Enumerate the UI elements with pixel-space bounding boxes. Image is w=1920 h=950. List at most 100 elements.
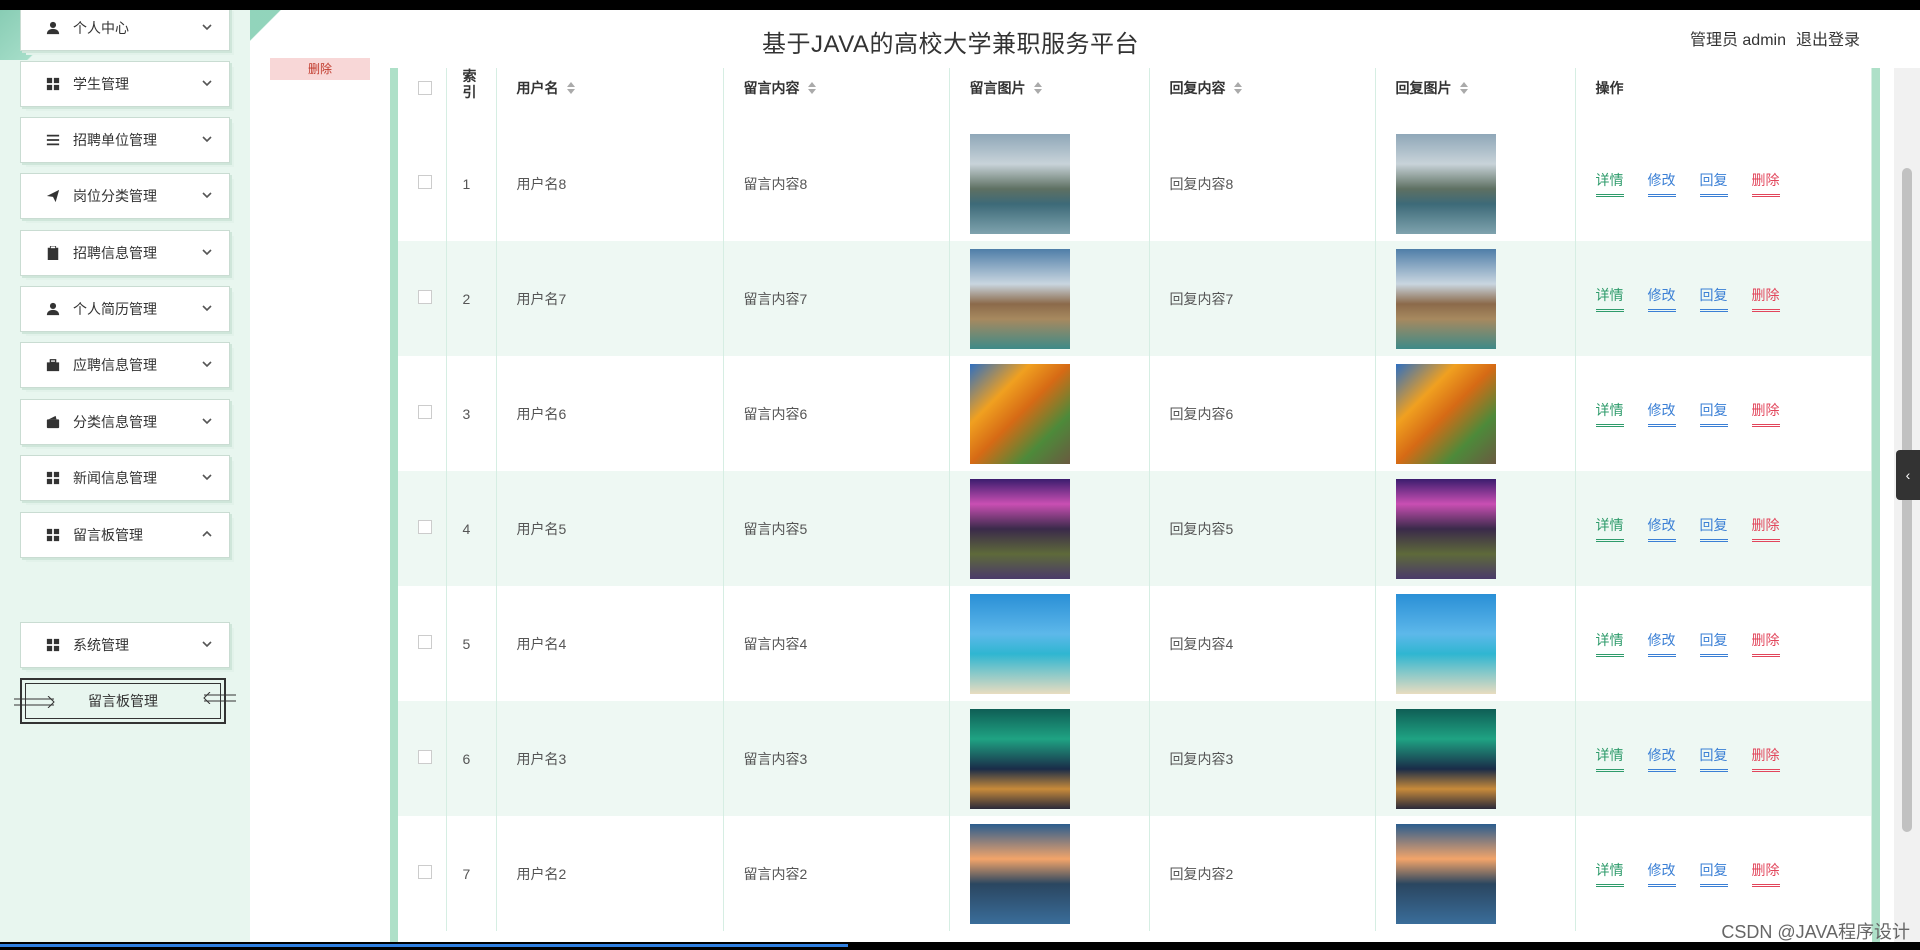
sidebar-item-2[interactable]: 招聘单位管理 (20, 117, 230, 163)
reply-cell: 回复内容2 (1149, 816, 1376, 931)
sidebar-item-0[interactable]: 个人中心 (20, 10, 230, 51)
thumbnail-image[interactable] (969, 248, 1070, 349)
clipboard-icon (45, 245, 61, 261)
watermark: CSDN @JAVA程序设计 (1721, 922, 1910, 942)
thumbnail-image[interactable] (1395, 708, 1496, 809)
grid-icon (45, 470, 61, 486)
sort-icon[interactable] (566, 82, 575, 94)
row-checkbox[interactable] (418, 290, 432, 304)
thumbnail-image[interactable] (969, 363, 1070, 464)
select-all-checkbox[interactable] (418, 81, 432, 95)
thumbnail-image[interactable] (1395, 593, 1496, 694)
reply-button[interactable]: 回复 (1699, 285, 1728, 312)
table-row[interactable]: 6 用户名3 留言内容3 回复内容3 详情 修改 回复 删除 (398, 701, 1872, 816)
table-row[interactable]: 4 用户名5 留言内容5 回复内容5 详情 修改 回复 删除 (398, 471, 1872, 586)
delete-button[interactable]: 删除 (1751, 400, 1780, 427)
detail-button[interactable]: 详情 (1595, 170, 1624, 197)
reply-button[interactable]: 回复 (1699, 170, 1728, 197)
scrollbar-thumb[interactable] (1902, 168, 1912, 832)
chevron-down-icon (201, 470, 215, 484)
edit-button[interactable]: 修改 (1647, 400, 1676, 427)
sidebar-item-7[interactable]: 分类信息管理 (20, 399, 230, 445)
sort-icon[interactable] (1233, 82, 1242, 94)
grid-icon (45, 76, 61, 92)
thumbnail-image[interactable] (969, 593, 1070, 694)
column-header-6: 操作 (1575, 68, 1872, 126)
batch-delete-button[interactable]: 删除 (270, 58, 370, 80)
delete-button[interactable]: 删除 (1751, 860, 1780, 887)
sidebar-item-label: 招聘单位管理 (73, 132, 157, 148)
detail-button[interactable]: 详情 (1595, 860, 1624, 887)
edit-button[interactable]: 修改 (1647, 745, 1676, 772)
row-checkbox[interactable] (418, 405, 432, 419)
row-checkbox[interactable] (418, 175, 432, 189)
thumbnail-image[interactable] (1395, 478, 1496, 579)
sidebar-subitem-message-board[interactable]: 留言板管理 (14, 678, 236, 724)
sidebar-item-10[interactable]: 系统管理 (20, 622, 230, 668)
row-index: 1 (446, 126, 497, 241)
table-row[interactable]: 1 用户名8 留言内容8 回复内容8 详情 修改 回复 删除 (398, 126, 1872, 241)
chevron-down-icon (201, 76, 215, 90)
edit-button[interactable]: 修改 (1647, 170, 1676, 197)
table-row[interactable]: 2 用户名7 留言内容7 回复内容7 详情 修改 回复 删除 (398, 241, 1872, 356)
message-image-cell (949, 816, 1150, 931)
thumbnail-image[interactable] (969, 478, 1070, 579)
message-image-cell (949, 241, 1150, 356)
reply-button[interactable]: 回复 (1699, 630, 1728, 657)
sort-icon[interactable] (807, 82, 816, 94)
sort-icon[interactable] (1459, 82, 1468, 94)
thumbnail-image[interactable] (1395, 133, 1496, 234)
username-cell: 用户名6 (496, 356, 724, 471)
reply-button[interactable]: 回复 (1699, 400, 1728, 427)
logout-link[interactable]: 退出登录 (1796, 26, 1860, 50)
delete-button[interactable]: 删除 (1751, 285, 1780, 312)
delete-button[interactable]: 删除 (1751, 745, 1780, 772)
briefcase-icon (45, 357, 61, 373)
thumbnail-image[interactable] (969, 133, 1070, 234)
sidebar-item-1[interactable]: 学生管理 (20, 61, 230, 107)
row-checkbox[interactable] (418, 750, 432, 764)
detail-button[interactable]: 详情 (1595, 630, 1624, 657)
table-row[interactable]: 5 用户名4 留言内容4 回复内容4 详情 修改 回复 删除 (398, 586, 1872, 701)
collapse-panel-button[interactable]: ‹ (1896, 450, 1920, 500)
thumbnail-image[interactable] (969, 708, 1070, 809)
table-row[interactable]: 7 用户名2 留言内容2 回复内容2 详情 修改 回复 删除 (398, 816, 1872, 931)
sidebar-item-3[interactable]: 岗位分类管理 (20, 173, 230, 219)
vertical-scrollbar[interactable] (1894, 68, 1920, 942)
detail-button[interactable]: 详情 (1595, 515, 1624, 542)
delete-button[interactable]: 删除 (1751, 630, 1780, 657)
sidebar-item-label: 岗位分类管理 (73, 188, 157, 204)
sort-icon[interactable] (1033, 82, 1042, 94)
detail-button[interactable]: 详情 (1595, 285, 1624, 312)
reply-button[interactable]: 回复 (1699, 515, 1728, 542)
video-progress-bar[interactable] (0, 942, 1920, 950)
row-checkbox[interactable] (418, 635, 432, 649)
edit-button[interactable]: 修改 (1647, 860, 1676, 887)
reply-image-cell (1375, 126, 1576, 241)
thumbnail-image[interactable] (969, 823, 1070, 924)
reply-button[interactable]: 回复 (1699, 745, 1728, 772)
thumbnail-image[interactable] (1395, 363, 1496, 464)
row-checkbox[interactable] (418, 520, 432, 534)
sidebar-item-6[interactable]: 应聘信息管理 (20, 342, 230, 388)
sidebar: 个人中心学生管理招聘单位管理 岗位分类管理 招聘信息管理个人简历管理 应聘信息管理 分类… (0, 10, 250, 942)
table-row[interactable]: 3 用户名6 留言内容6 回复内容6 详情 修改 回复 删除 (398, 356, 1872, 471)
edit-button[interactable]: 修改 (1647, 285, 1676, 312)
edit-button[interactable]: 修改 (1647, 515, 1676, 542)
delete-button[interactable]: 删除 (1751, 170, 1780, 197)
detail-button[interactable]: 详情 (1595, 745, 1624, 772)
reply-button[interactable]: 回复 (1699, 860, 1728, 887)
sidebar-item-8[interactable]: 新闻信息管理 (20, 455, 230, 501)
row-checkbox[interactable] (418, 865, 432, 879)
sidebar-item-label: 学生管理 (73, 76, 129, 92)
detail-button[interactable]: 详情 (1595, 400, 1624, 427)
edit-button[interactable]: 修改 (1647, 630, 1676, 657)
sidebar-item-5[interactable]: 个人简历管理 (20, 286, 230, 332)
thumbnail-image[interactable] (1395, 823, 1496, 924)
delete-button[interactable]: 删除 (1751, 515, 1780, 542)
thumbnail-image[interactable] (1395, 248, 1496, 349)
sidebar-item-9[interactable]: 留言板管理 (20, 512, 230, 558)
sidebar-item-4[interactable]: 招聘信息管理 (20, 230, 230, 276)
sidebar-item-label: 招聘信息管理 (73, 245, 157, 261)
row-checkbox-cell (398, 126, 447, 241)
